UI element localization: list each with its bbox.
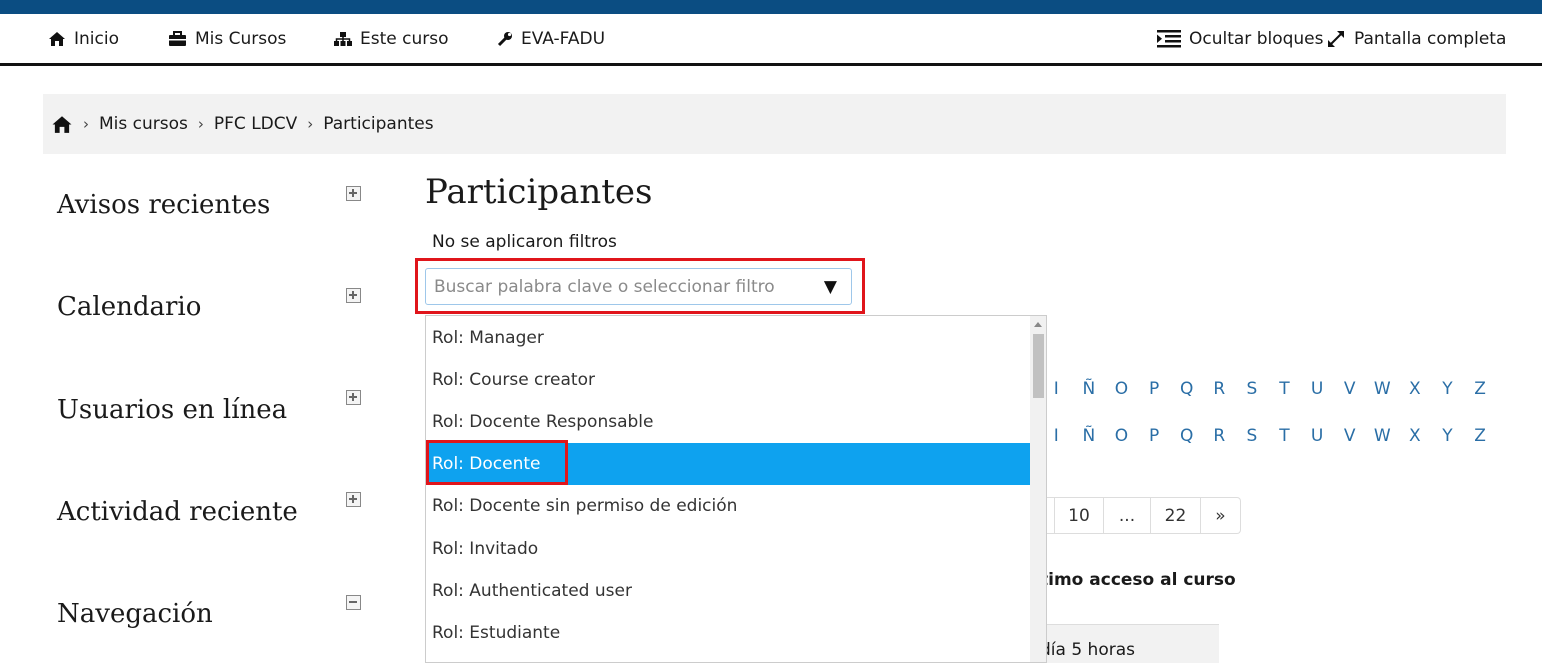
nav-este-curso-label: Este curso (360, 29, 449, 49)
page-ellipsis: ... (1103, 498, 1150, 533)
block-title-calendario: Calendario (57, 292, 202, 322)
dropdown-scrollbar[interactable] (1030, 316, 1046, 662)
alphabet-letter[interactable]: W (1366, 426, 1399, 446)
dropdown-option[interactable]: Rol: Invitado (426, 528, 1030, 570)
annotation-highlight-search (415, 258, 865, 314)
alphabet-letter[interactable]: P (1138, 379, 1171, 399)
wrench-icon (497, 32, 512, 47)
page-link[interactable]: 10 (1054, 498, 1103, 533)
filter-dropdown-list: Rol: Manager Rol: Course creator Rol: Do… (425, 315, 1047, 663)
block-title-usuarios: Usuarios en línea (57, 395, 288, 425)
page-title: Participantes (425, 172, 653, 212)
dropdown-option[interactable]: Rol: Course creator (426, 359, 1030, 401)
nav-eva-fadu[interactable]: EVA-FADU (497, 14, 605, 64)
dropdown-option[interactable]: Rol: Authenticated user (426, 570, 1030, 612)
block-title-actividad: Actividad reciente (57, 497, 298, 527)
alphabet-letter[interactable]: V (1333, 426, 1366, 446)
chevron-right-icon: › (83, 115, 89, 133)
alphabet-letter[interactable]: S (1236, 426, 1269, 446)
home-icon (49, 32, 65, 46)
expand-block-icon[interactable] (346, 492, 361, 507)
dropdown-option[interactable]: Rol: Manager (426, 317, 1030, 359)
expand-block-icon[interactable] (346, 288, 361, 303)
nav-mis-cursos[interactable]: Mis Cursos (168, 14, 286, 64)
nav-inicio[interactable]: Inicio (48, 14, 119, 64)
alphabet-letter[interactable]: X (1399, 379, 1432, 399)
collapse-block-icon[interactable] (346, 595, 361, 610)
filters-status: No se aplicaron filtros (432, 232, 617, 252)
chevron-right-icon: › (307, 115, 314, 133)
dropdown-option[interactable]: Rol: Docente Responsable (426, 401, 1030, 443)
chevron-right-icon: › (197, 115, 204, 133)
breadcrumb-participantes[interactable]: Participantes (323, 114, 433, 134)
pagination: 10 ... 22 » (1040, 497, 1241, 534)
alphabet-letter[interactable]: V (1333, 379, 1366, 399)
alphabet-letter[interactable]: Ñ (1073, 426, 1106, 446)
alphabet-letter[interactable]: T (1268, 426, 1301, 446)
alphabet-letter[interactable]: Y (1431, 426, 1464, 446)
expand-block-icon[interactable] (346, 186, 361, 201)
alphabet-letter[interactable]: Q (1170, 379, 1203, 399)
nav-inicio-label: Inicio (74, 29, 119, 49)
breadcrumb: › Mis cursos › PFC LDCV › Participantes (43, 94, 1506, 154)
block-title-avisos: Avisos recientes (57, 190, 271, 220)
alphabet-letter[interactable]: O (1105, 426, 1138, 446)
alphabet-letter[interactable]: R (1203, 426, 1236, 446)
alphabet-letter[interactable]: S (1236, 379, 1269, 399)
alphabet-letter[interactable]: Y (1431, 379, 1464, 399)
alphabet-letter[interactable]: R (1203, 379, 1236, 399)
nav-este-curso[interactable]: Este curso (334, 14, 449, 64)
alphabet-letter[interactable]: Z (1464, 426, 1497, 446)
scroll-up-arrow-icon[interactable] (1034, 322, 1042, 327)
expand-block-icon[interactable] (346, 390, 361, 405)
nav-mis-cursos-label: Mis Cursos (195, 29, 287, 49)
annotation-highlight-docente (426, 440, 568, 485)
fullscreen-label: Pantalla completa (1354, 29, 1507, 49)
top-color-stripe (0, 0, 1542, 14)
alphabet-letter[interactable]: U (1301, 379, 1334, 399)
page-link[interactable]: 22 (1150, 498, 1200, 533)
expand-icon (1328, 31, 1344, 47)
alphabet-letter[interactable]: U (1301, 426, 1334, 446)
alphabet-letter[interactable]: T (1268, 379, 1301, 399)
firstname-alphabet-filter: I Ñ O P Q R S T U V W X Y Z (1040, 379, 1496, 399)
scrollbar-thumb[interactable] (1033, 334, 1044, 398)
nav-eva-fadu-label: EVA-FADU (521, 29, 606, 49)
home-icon[interactable] (51, 115, 73, 134)
dropdown-option[interactable]: Rol: Docente sin permiso de edición (426, 485, 1030, 527)
block-title-navegacion: Navegación (57, 599, 213, 629)
dropdown-option[interactable]: Rol: Estudiante (426, 612, 1030, 654)
hide-blocks-label: Ocultar bloques (1189, 29, 1324, 49)
alphabet-letter[interactable]: P (1138, 426, 1171, 446)
indent-list-icon (1157, 30, 1181, 48)
sitemap-icon (334, 32, 352, 46)
briefcase-icon (169, 31, 186, 46)
fullscreen-button[interactable]: Pantalla completa (1326, 14, 1506, 64)
last-access-cell: día 5 horas (1040, 640, 1135, 660)
column-header-last-access[interactable]: timo acceso al curso (1040, 570, 1236, 590)
breadcrumb-mis-cursos[interactable]: Mis cursos (99, 114, 188, 134)
top-navbar: Inicio Mis Cursos Este curso EVA-FADU Oc… (0, 14, 1542, 66)
alphabet-letter[interactable]: X (1399, 426, 1432, 446)
breadcrumb-course[interactable]: PFC LDCV (214, 114, 297, 134)
alphabet-letter[interactable]: Ñ (1073, 379, 1106, 399)
alphabet-letter[interactable]: W (1366, 379, 1399, 399)
alphabet-letter[interactable]: Q (1170, 426, 1203, 446)
hide-blocks-button[interactable]: Ocultar bloques (1157, 14, 1324, 64)
next-page-link[interactable]: » (1200, 498, 1240, 533)
lastname-alphabet-filter: I Ñ O P Q R S T U V W X Y Z (1040, 426, 1496, 446)
alphabet-letter[interactable]: O (1105, 379, 1138, 399)
alphabet-letter[interactable]: Z (1464, 379, 1497, 399)
